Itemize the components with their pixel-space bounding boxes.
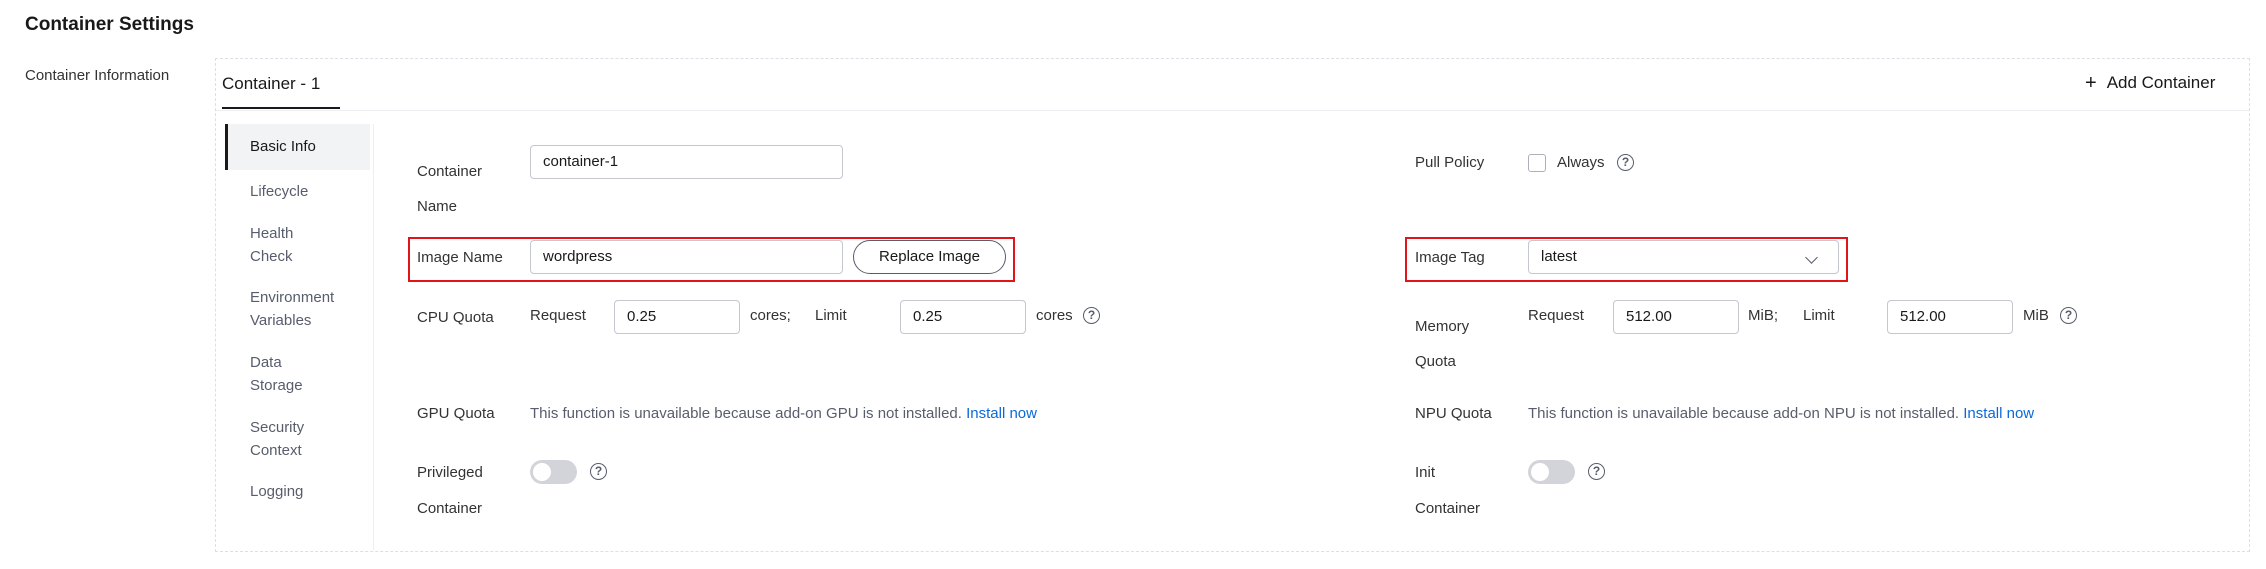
init-container-toggle[interactable] <box>1528 460 1575 484</box>
gpu-quota-message-row: This function is unavailable because add… <box>530 396 1037 431</box>
tab-container-1[interactable]: Container - 1 <box>222 74 320 94</box>
pull-policy-checkbox[interactable] <box>1528 154 1546 172</box>
npu-quota-message-row: This function is unavailable because add… <box>1528 396 2034 431</box>
memory-limit-unit: MiB <box>2023 307 2049 324</box>
image-tag-select[interactable]: latest <box>1528 240 1839 274</box>
image-name-label: Image Name <box>417 249 503 266</box>
image-tag-value: latest <box>1541 248 1577 265</box>
gpu-quota-message: This function is unavailable because add… <box>530 405 962 422</box>
privileged-container-help-icon[interactable]: ? <box>590 463 607 480</box>
memory-quota-help-icon[interactable]: ? <box>2060 307 2077 324</box>
npu-quota-label: NPU Quota <box>1415 405 1492 422</box>
subnav-health-check[interactable]: Health Check <box>225 222 335 268</box>
init-container-help-icon[interactable]: ? <box>1588 463 1605 480</box>
memory-limit-label: Limit <box>1803 307 1835 324</box>
add-container-label: Add Container <box>2106 73 2216 92</box>
init-container-label-1: Init <box>1415 464 1436 481</box>
cpu-request-input[interactable]: 0.25 <box>614 300 740 334</box>
npu-install-now-link[interactable]: Install now <box>1963 405 2034 422</box>
cpu-limit-label: Limit <box>815 307 847 324</box>
image-tag-label: Image Tag <box>1415 249 1485 266</box>
cpu-limit-unit: cores <box>1036 307 1073 324</box>
page-title: Container Settings <box>25 14 194 35</box>
chevron-down-icon <box>1805 251 1818 264</box>
cpu-quota-label: CPU Quota <box>417 309 494 326</box>
section-label: Container Information <box>25 67 170 84</box>
tab-bar <box>216 59 2249 111</box>
privileged-container-toggle[interactable] <box>530 460 577 484</box>
container-name-input[interactable]: container-1 <box>530 145 843 179</box>
npu-quota-message: This function is unavailable because add… <box>1528 405 1960 422</box>
subnav-environment-variables[interactable]: Environment Variables <box>225 286 370 332</box>
gpu-install-now-link[interactable]: Install now <box>966 405 1037 422</box>
privileged-container-label-1: Privileged <box>417 464 483 481</box>
memory-limit-input[interactable]: 512.00 <box>1887 300 2013 334</box>
subnav-logging[interactable]: Logging <box>225 480 370 503</box>
gpu-quota-label: GPU Quota <box>417 405 495 422</box>
subnav-data-storage[interactable]: Data Storage <box>225 351 325 397</box>
cpu-quota-help-icon[interactable]: ? <box>1083 307 1100 324</box>
memory-request-unit: MiB; <box>1748 307 1778 324</box>
container-name-label: Container Name <box>417 163 483 215</box>
plus-icon: + <box>2085 72 2097 94</box>
cpu-limit-input[interactable]: 0.25 <box>900 300 1026 334</box>
cpu-request-label: Request <box>530 307 586 324</box>
add-container-button[interactable]: + Add Container <box>2085 73 2215 93</box>
init-container-label-2: Container <box>1415 500 1481 517</box>
pull-policy-label: Pull Policy <box>1415 154 1485 171</box>
cpu-request-unit: cores; <box>750 307 791 324</box>
image-name-input[interactable]: wordpress <box>530 240 843 274</box>
replace-image-button[interactable]: Replace Image <box>853 240 1006 274</box>
memory-request-label: Request <box>1528 307 1584 324</box>
pull-policy-option: Always <box>1557 154 1605 171</box>
tab-active-underline <box>222 107 340 109</box>
memory-quota-label: Memory Quota <box>1415 318 1470 370</box>
subnav-security-context[interactable]: Security Context <box>225 416 335 462</box>
subnav-divider <box>373 124 374 550</box>
pull-policy-help-icon[interactable]: ? <box>1617 154 1634 171</box>
subnav-basic-info[interactable]: Basic Info <box>225 124 370 170</box>
memory-request-input[interactable]: 512.00 <box>1613 300 1739 334</box>
subnav-lifecycle[interactable]: Lifecycle <box>225 180 370 203</box>
privileged-container-label-2: Container <box>417 500 483 517</box>
